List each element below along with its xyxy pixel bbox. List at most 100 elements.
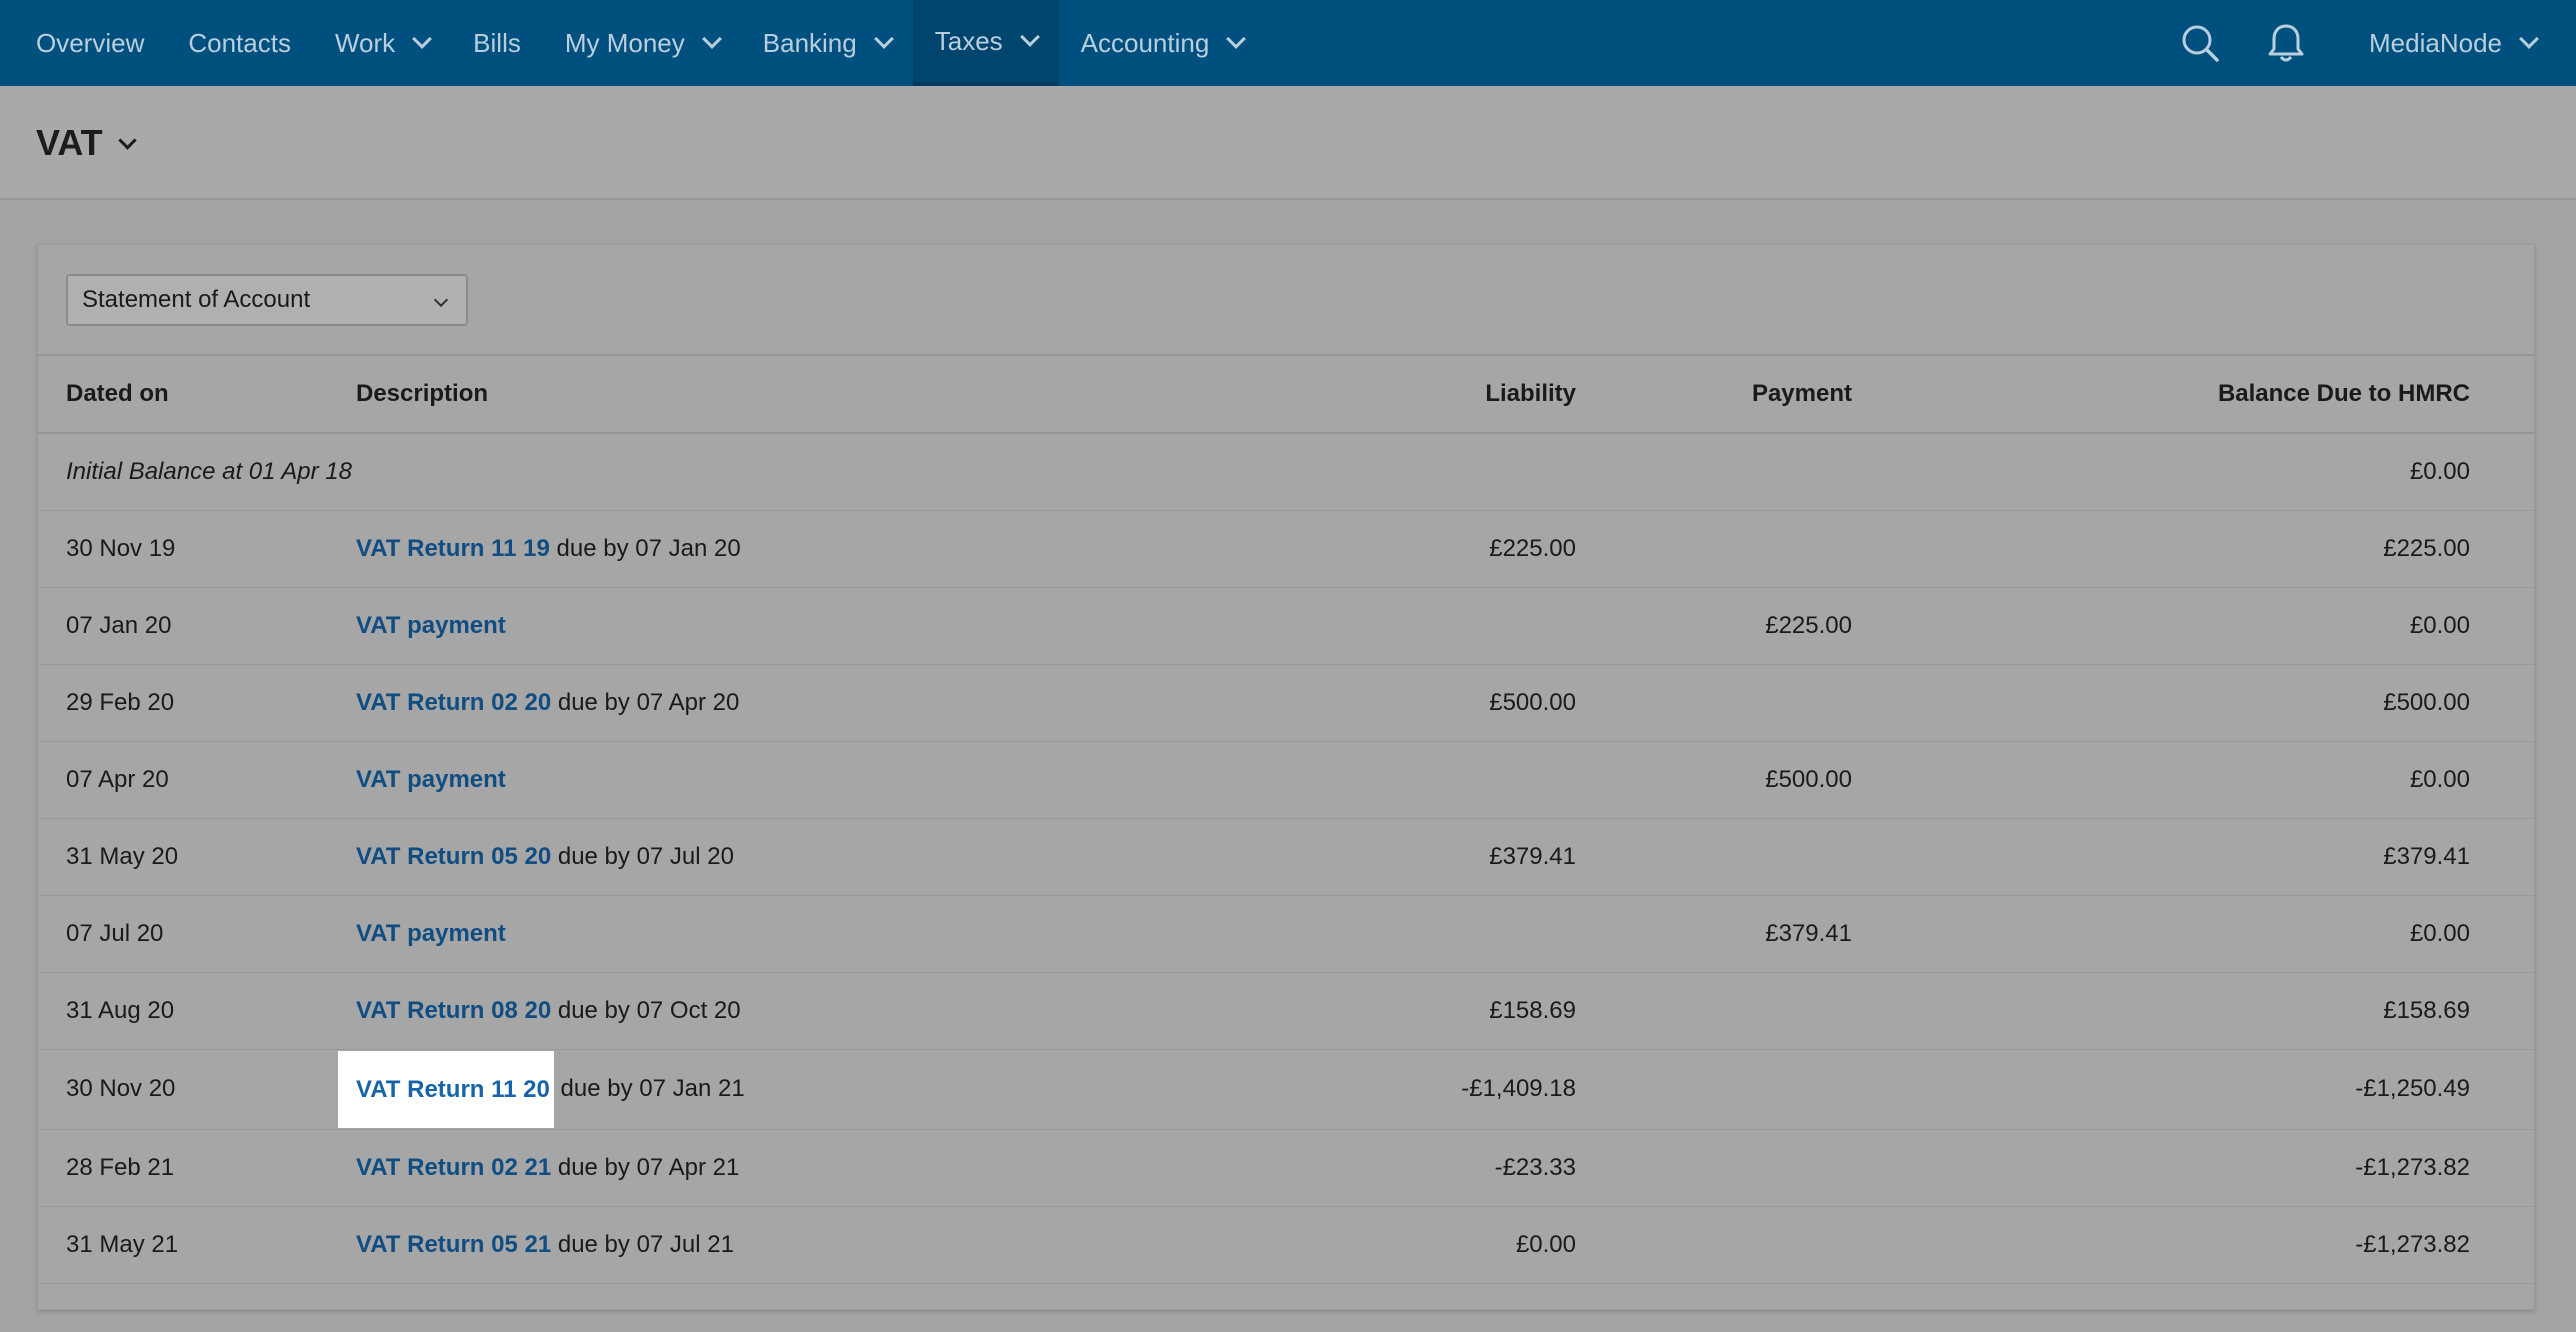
cell-spacer xyxy=(2470,972,2536,1050)
cell-liability: £500.00 xyxy=(1213,664,1577,742)
nav-item-label: Bills xyxy=(473,27,521,58)
table-row: 31 May 21 VAT Return 05 21 due by 07 Jul … xyxy=(38,1206,2536,1284)
cell-balance: £158.69 xyxy=(1853,972,2470,1050)
cell-payment xyxy=(1577,1206,1853,1284)
cell-balance: £225.00 xyxy=(1853,510,2470,588)
cell-balance: £0.00 xyxy=(1853,741,2470,819)
bell-icon[interactable] xyxy=(2243,0,2329,86)
cell-spacer xyxy=(2470,1049,2536,1130)
cell-liability: £379.41 xyxy=(1213,818,1577,896)
cell-liability: -£23.33 xyxy=(1213,1129,1577,1207)
cell-payment xyxy=(1577,433,1853,511)
cell-payment: £500.00 xyxy=(1577,741,1853,819)
cell-date: 07 Jul 20 xyxy=(38,895,355,973)
nav-item-accounting[interactable]: Accounting xyxy=(1059,0,1266,86)
cell-balance: £0.00 xyxy=(1853,587,2470,665)
cell-description: VAT Return 05 21 due by 07 Jul 21 xyxy=(355,1206,1213,1284)
due-date-text: due by 07 Jan 20 xyxy=(549,534,741,562)
cell-balance: -£1,273.82 xyxy=(1853,1129,2470,1207)
cell-description: VAT payment xyxy=(355,895,1213,973)
report-type-select[interactable]: Statement of Account xyxy=(66,274,468,326)
chevron-down-icon xyxy=(701,29,722,49)
chevron-down-icon xyxy=(1019,27,1040,47)
cell-payment xyxy=(1577,818,1853,896)
nav-item-bills[interactable]: Bills xyxy=(451,0,543,86)
vat-entry-link[interactable]: VAT Return 05 20 xyxy=(356,843,551,870)
vat-entry-link[interactable]: VAT Return 08 20 xyxy=(356,997,551,1024)
header-description[interactable]: Description xyxy=(355,356,1213,434)
header-balance[interactable]: Balance Due to HMRC xyxy=(1853,356,2470,434)
nav-item-label: Overview xyxy=(36,27,145,58)
due-date-text: due by 07 Jul 21 xyxy=(551,1230,734,1258)
cell-payment xyxy=(1577,1129,1853,1207)
nav-item-my-money[interactable]: My Money xyxy=(543,0,741,86)
chevron-down-icon xyxy=(873,29,894,49)
cell-date: 07 Jan 20 xyxy=(38,587,355,665)
cell-liability: -£1,409.18 xyxy=(1213,1049,1577,1130)
cell-spacer xyxy=(2470,433,2536,511)
cell-balance: £379.41 xyxy=(1853,818,2470,896)
initial-balance-label: Initial Balance at 01 Apr 18 xyxy=(38,433,1213,511)
account-menu[interactable]: MediaNode xyxy=(2329,27,2539,59)
cell-date: 31 May 20 xyxy=(38,818,355,896)
nav-item-label: Contacts xyxy=(188,27,291,58)
cell-liability xyxy=(1213,895,1577,973)
cell-liability: £158.69 xyxy=(1213,972,1577,1050)
cell-payment: £379.41 xyxy=(1577,895,1853,973)
vat-entry-link[interactable]: VAT Return 11 19 xyxy=(356,535,550,562)
nav-item-banking[interactable]: Banking xyxy=(741,0,913,86)
page-title-dropdown[interactable]: VAT xyxy=(36,122,137,164)
cell-date: 31 May 21 xyxy=(38,1206,355,1284)
chevron-down-icon xyxy=(433,292,449,308)
vat-entry-link[interactable]: VAT payment xyxy=(356,612,506,639)
vat-entry-link[interactable]: VAT Return 11 20 xyxy=(338,1050,554,1128)
cell-liability xyxy=(1213,741,1577,819)
vat-entry-link[interactable]: VAT payment xyxy=(356,920,506,947)
nav-item-label: Work xyxy=(334,27,396,58)
chevron-down-icon xyxy=(117,130,137,150)
vat-entry-link[interactable]: VAT Return 05 21 xyxy=(356,1231,551,1258)
due-date-text: due by 07 Apr 20 xyxy=(551,688,740,716)
table-row: 29 Feb 20 VAT Return 02 20 due by 07 Apr … xyxy=(38,664,2536,742)
due-date-text: due by 07 Oct 20 xyxy=(551,996,741,1024)
cell-description: VAT Return 02 20 due by 07 Apr 20 xyxy=(355,664,1213,742)
cell-payment: £225.00 xyxy=(1577,587,1853,665)
cell-balance: -£1,273.82 xyxy=(1853,1206,2470,1284)
vat-entry-link[interactable]: VAT payment xyxy=(356,766,506,793)
table-row: 31 Aug 20 VAT Return 08 20 due by 07 Oct … xyxy=(38,972,2536,1050)
cell-spacer xyxy=(2470,587,2536,665)
chevron-down-icon xyxy=(2519,29,2539,49)
search-icon[interactable] xyxy=(2157,0,2243,86)
account-name: MediaNode xyxy=(2369,27,2502,58)
nav-menu: Overview Contacts Work Bills My Money Banking… xyxy=(0,0,1265,86)
statement-table: Dated on Description Liability Payment B… xyxy=(38,356,2536,1284)
vat-entry-link[interactable]: VAT Return 02 21 xyxy=(356,1154,551,1181)
cell-date: 07 Apr 20 xyxy=(38,741,355,819)
table-row: 30 Nov 19 VAT Return 11 19 due by 07 Jan … xyxy=(38,510,2536,588)
header-payment[interactable]: Payment xyxy=(1577,356,1853,434)
nav-item-contacts[interactable]: Contacts xyxy=(166,0,313,86)
cell-payment xyxy=(1577,1049,1853,1130)
due-date-text: due by 07 Jan 21 xyxy=(553,1074,745,1102)
cell-spacer xyxy=(2470,818,2536,896)
cell-liability: £0.00 xyxy=(1213,1206,1577,1284)
cell-date: 30 Nov 20 xyxy=(38,1049,355,1130)
top-navigation: Overview Contacts Work Bills My Money Banking… xyxy=(0,0,2576,86)
cell-description: VAT Return 05 20 due by 07 Jul 20 xyxy=(355,818,1213,896)
header-liability[interactable]: Liability xyxy=(1213,356,1577,434)
header-dated-on[interactable]: Dated on xyxy=(38,356,355,434)
cell-date: 29 Feb 20 xyxy=(38,664,355,742)
cell-liability: £225.00 xyxy=(1213,510,1577,588)
panel-toolbar: Statement of Account xyxy=(38,245,2534,356)
cell-date: 30 Nov 19 xyxy=(38,510,355,588)
chevron-down-icon xyxy=(412,29,433,49)
header-spacer xyxy=(2470,356,2536,434)
nav-item-work[interactable]: Work xyxy=(313,0,451,86)
chevron-down-icon xyxy=(1226,29,1247,49)
nav-item-taxes[interactable]: Taxes xyxy=(912,0,1059,86)
table-row: 07 Apr 20 VAT payment £500.00 £0.00 xyxy=(38,741,2536,819)
nav-item-overview[interactable]: Overview xyxy=(14,0,166,86)
vat-entry-link[interactable]: VAT Return 02 20 xyxy=(356,689,551,716)
table-row-initial: Initial Balance at 01 Apr 18 £0.00 xyxy=(38,433,2536,511)
table-row: 31 May 20 VAT Return 05 20 due by 07 Jul … xyxy=(38,818,2536,896)
